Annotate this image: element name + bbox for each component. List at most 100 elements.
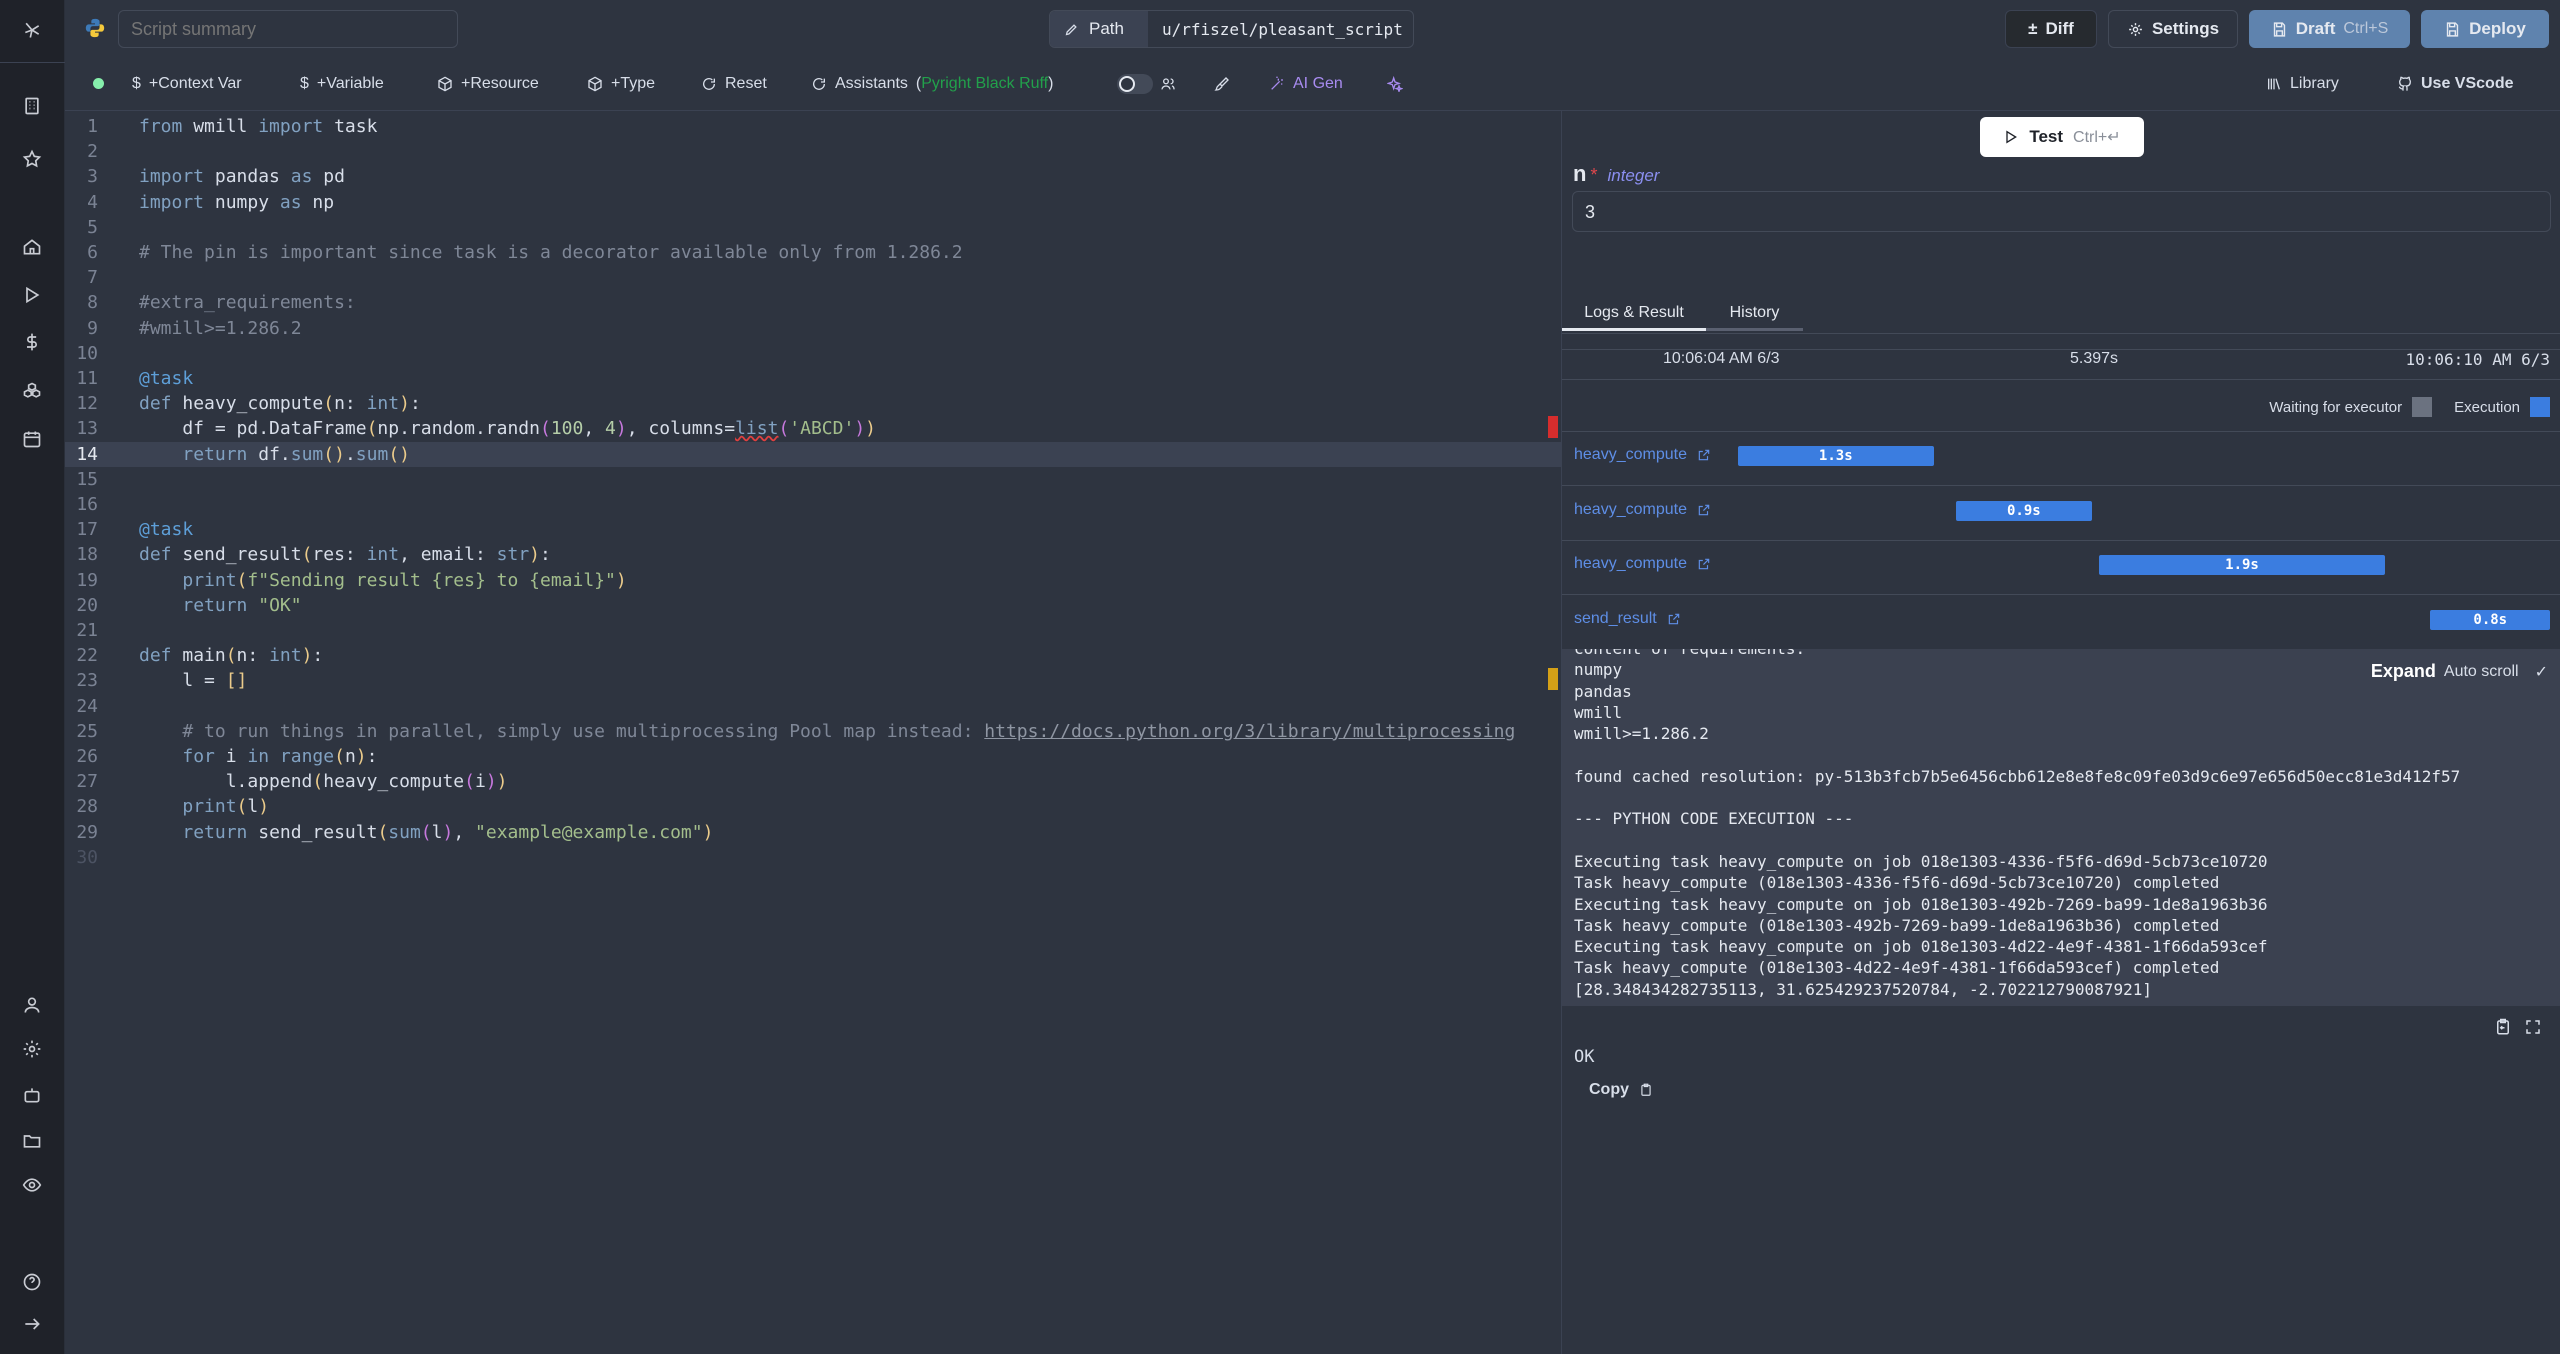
code-line[interactable]: 6 # The pin is important since task is a … [65, 240, 1561, 265]
code-line[interactable]: 13 df = pd.DataFrame(np.random.randn(100… [65, 416, 1561, 441]
log-line: found cached resolution: py-513b3fcb7b5e… [1574, 766, 2461, 786]
star-icon[interactable] [20, 147, 44, 171]
help-icon[interactable] [20, 1270, 44, 1294]
code-line[interactable]: 7 [65, 265, 1561, 290]
collab-toggle[interactable] [1117, 74, 1153, 94]
user-icon[interactable] [20, 993, 44, 1017]
test-button[interactable]: Test Ctrl+↵ [1980, 117, 2144, 157]
draft-button[interactable]: Draft Ctrl+S [2249, 10, 2410, 48]
job-duration-bar[interactable]: 1.9s [2099, 555, 2385, 575]
job-duration-bar[interactable]: 1.3s [1738, 446, 1934, 466]
ai-gen-button[interactable]: AI Gen [1269, 70, 1343, 98]
job-duration-bar[interactable]: 0.8s [2430, 609, 2551, 630]
home-icon[interactable] [20, 235, 44, 259]
reset-button[interactable]: Reset [701, 70, 767, 98]
job-link[interactable]: heavy_compute [1574, 446, 1711, 464]
code-line[interactable]: 12 def heavy_compute(n: int): [65, 391, 1561, 416]
library-button[interactable]: Library [2266, 70, 2339, 98]
sidebar-divider [0, 62, 65, 63]
code-token: return [182, 821, 248, 843]
gear-icon[interactable] [20, 1037, 44, 1061]
code-line[interactable]: 18 def send_result(res: int, email: str): [65, 542, 1561, 567]
code-line[interactable]: 21 [65, 618, 1561, 643]
library-label: Library [2290, 75, 2339, 92]
code-line[interactable]: 26 for i in range(n): [65, 744, 1561, 769]
code-line[interactable]: 2 [65, 139, 1561, 164]
auto-scroll-label: Auto scroll [2443, 662, 2519, 680]
expand-sidebar-icon[interactable] [20, 1312, 44, 1336]
job-duration-bar[interactable]: 0.9s [1956, 500, 2092, 521]
code-line[interactable]: 10 [65, 341, 1561, 366]
code-line[interactable]: 30 [65, 845, 1561, 870]
diff-button[interactable]: ± Diff [2005, 10, 2097, 48]
code-token: : [409, 393, 421, 415]
use-vscode-button[interactable]: Use VScode [2397, 70, 2513, 98]
code-line[interactable]: 24 [65, 694, 1561, 719]
settings-button[interactable]: Settings [2108, 10, 2238, 48]
code-line[interactable]: 28 print(l) [65, 794, 1561, 819]
add-variable-button[interactable]: $ +Variable [300, 70, 384, 98]
code-line[interactable]: 5 [65, 215, 1561, 240]
copy-result-button[interactable]: Copy [1589, 1081, 1653, 1099]
code-line[interactable]: 20 return "OK" [65, 593, 1561, 618]
code-line[interactable]: 27 l.append(heavy_compute(i)) [65, 769, 1561, 794]
ai-sparkle-button[interactable] [1387, 70, 1403, 98]
clipboard-icon[interactable] [2494, 1017, 2512, 1037]
job-link[interactable]: heavy_compute [1574, 555, 1711, 573]
arg-n-input[interactable]: 3 [1572, 191, 2551, 232]
logs-viewer[interactable]: content of requirements:numpypandaswmill… [1562, 649, 2560, 1006]
job-link[interactable]: heavy_compute [1574, 501, 1711, 519]
deploy-button[interactable]: Deploy [2421, 10, 2549, 48]
line-code: @task [139, 517, 193, 542]
log-line: content of requirements: [1574, 649, 2460, 659]
code-line[interactable]: 17 @task [65, 517, 1561, 542]
resources-icon[interactable] [20, 379, 44, 403]
code-token: import [139, 166, 205, 188]
format-brush-button[interactable] [1214, 70, 1230, 98]
code-editor[interactable]: 1 from wmill import task 2 3 import pandas a… [65, 110, 1561, 1354]
dollar-icon[interactable] [20, 330, 44, 354]
folder-icon[interactable] [20, 1129, 44, 1153]
eye-icon[interactable] [20, 1173, 44, 1197]
code-token: # to run things in parallel, simply use … [139, 720, 985, 742]
workspace-icon[interactable] [20, 94, 44, 118]
code-token: import [139, 191, 205, 213]
bot-icon[interactable] [20, 1083, 44, 1107]
windmill-logo-icon[interactable] [20, 18, 44, 42]
path-value[interactable]: u/rfiszel/pleasant_script [1148, 11, 1403, 47]
code-line[interactable]: 1 from wmill import task [65, 114, 1561, 139]
path-field[interactable]: Path u/rfiszel/pleasant_script [1049, 10, 1414, 48]
code-line[interactable]: 22 def main(n: int): [65, 643, 1561, 668]
code-line[interactable]: 25 # to run things in parallel, simply u… [65, 719, 1561, 744]
code-line[interactable]: 4 import numpy as np [65, 190, 1561, 215]
code-line[interactable]: 9 #wmill>=1.286.2 [65, 316, 1561, 341]
code-line[interactable]: 23 l = [] [65, 668, 1561, 693]
script-summary-input[interactable] [118, 10, 458, 48]
code-line[interactable]: 14 return df.sum().sum() [65, 441, 1561, 467]
add-context-var-button[interactable]: $ +Context Var [132, 70, 242, 98]
python-icon [84, 17, 106, 39]
auto-scroll-check-icon[interactable]: ✓ [2535, 662, 2548, 682]
expand-button[interactable]: Expand [2371, 661, 2436, 682]
code-line[interactable]: 3 import pandas as pd [65, 164, 1561, 189]
add-resource-button[interactable]: +Resource [437, 70, 539, 98]
code-line[interactable]: 29 return send_result(sum(l), "example@e… [65, 820, 1561, 845]
tab-history[interactable]: History [1706, 297, 1803, 331]
fullscreen-icon[interactable] [2524, 1017, 2542, 1037]
code-line[interactable]: 11 @task [65, 366, 1561, 391]
add-type-button[interactable]: +Type [587, 70, 655, 98]
paren: ) [1048, 75, 1054, 92]
code-token: heavy_compute [171, 393, 324, 415]
timeline-end: 10:06:10 AM 6/3 [2405, 350, 2551, 369]
code-token: task [323, 116, 378, 137]
code-line[interactable]: 15 [65, 467, 1561, 492]
job-link[interactable]: send_result [1574, 610, 1681, 628]
tab-logs-result[interactable]: Logs & Result [1562, 297, 1706, 331]
code-line[interactable]: 19 print(f"Sending result {res} to {emai… [65, 568, 1561, 593]
assistants-button[interactable]: Assistants(Pyright Black Ruff) [811, 70, 1053, 98]
play-icon[interactable] [20, 283, 44, 307]
code-line[interactable]: 8 #extra_requirements: [65, 290, 1561, 315]
code-line[interactable]: 16 [65, 492, 1561, 517]
calendar-icon[interactable] [20, 427, 44, 451]
line-code: # The pin is important since task is a d… [139, 240, 963, 265]
